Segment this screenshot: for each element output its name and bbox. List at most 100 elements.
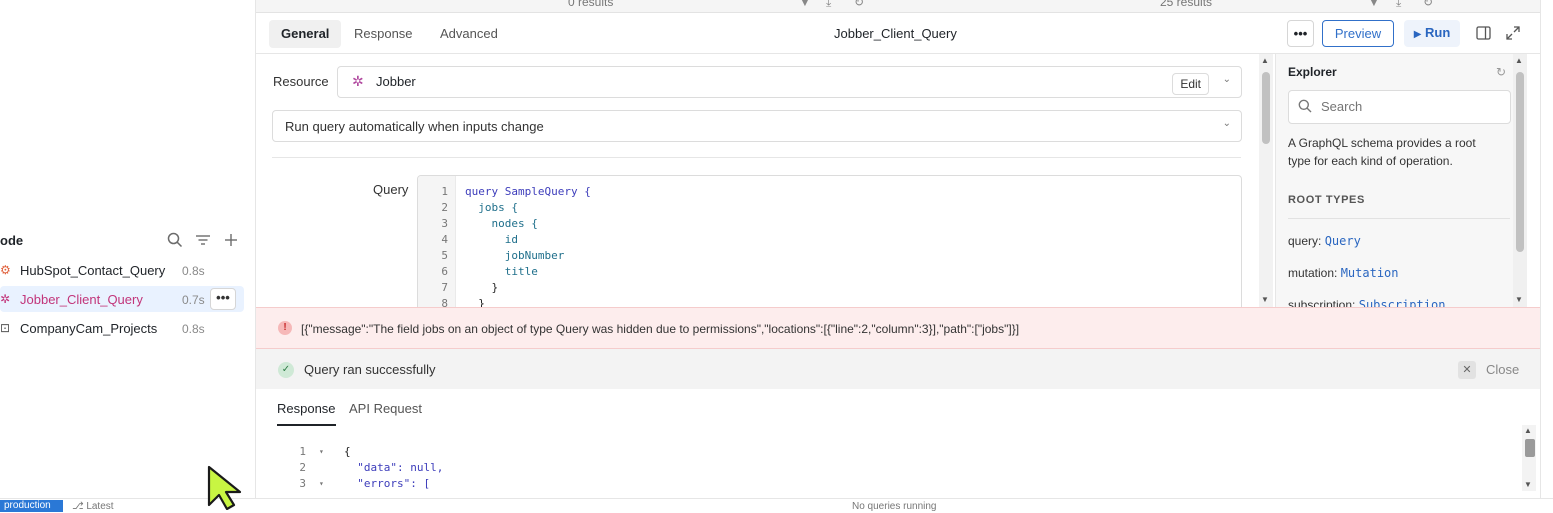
response-line: "data": null, — [344, 461, 444, 474]
run-button[interactable]: ▶ Run — [1404, 20, 1460, 47]
branch-name: Latest — [86, 501, 114, 512]
root-label: mutation: — [1288, 266, 1338, 280]
filter-icon[interactable]: ▼ — [799, 0, 811, 9]
code-line: query SampleQuery { — [465, 185, 591, 198]
download-icon[interactable]: ⤓ — [1396, 0, 1401, 10]
add-icon[interactable] — [223, 232, 239, 248]
download-icon[interactable]: ⤓ — [826, 0, 831, 10]
close-button[interactable]: Close — [1486, 362, 1519, 377]
line-number: 1 — [441, 185, 448, 198]
fold-toggle-icon[interactable]: ▾ — [319, 447, 324, 456]
query-name: CompanyCam_Projects — [20, 321, 158, 336]
code-line: } — [465, 297, 485, 307]
scrollbar-thumb[interactable] — [1516, 72, 1524, 252]
running-status: No queries running — [852, 501, 937, 512]
scroll-down-icon[interactable]: ▼ — [1515, 295, 1523, 304]
filter-icon[interactable] — [195, 232, 211, 248]
explorer-scrollbar[interactable]: ▲ ▼ — [1513, 54, 1527, 307]
root-type-mutation: mutation: Mutation — [1288, 266, 1399, 280]
query-item-hubspot[interactable]: ⚙ HubSpot_Contact_Query 0.8s — [0, 257, 244, 283]
table-footer-strip: 0 results ▼ ⤓ ↻ 25 results ▼ ⤓ ↻ — [256, 0, 1540, 13]
search-icon — [1298, 99, 1312, 116]
explorer-panel: Explorer ↻ A GraphQL schema provides a r… — [1275, 54, 1527, 307]
error-banner: ! [{"message":"The field jobs on an obje… — [256, 307, 1540, 349]
play-icon: ▶ — [1413, 29, 1422, 40]
fold-toggle-icon[interactable]: ▾ — [319, 479, 324, 488]
tab-advanced[interactable]: Advanced — [428, 20, 510, 48]
tab-general[interactable]: General — [269, 20, 342, 48]
tab-api-request[interactable]: API Request — [349, 401, 422, 424]
expand-icon[interactable] — [1506, 26, 1520, 43]
query-item-jobber[interactable]: ✲ Jobber_Client_Query 0.7s ••• — [0, 286, 244, 312]
explorer-description: A GraphQL schema provides a root type fo… — [1288, 136, 1476, 168]
line-number: 3 — [441, 217, 448, 230]
query-time: 0.8s — [182, 322, 205, 336]
tab-response[interactable]: Response — [342, 20, 425, 48]
check-icon: ✓ — [278, 362, 294, 378]
query-list-panel: ode ⚙ HubSpot_Contact_Query 0.8s ✲ Jobbe… — [0, 0, 256, 510]
query-label: Query — [373, 182, 409, 197]
scroll-up-icon[interactable]: ▲ — [1524, 426, 1532, 435]
more-options-button[interactable]: ••• — [1287, 20, 1314, 47]
line-number: 8 — [441, 297, 448, 307]
query-name: HubSpot_Contact_Query — [20, 263, 166, 278]
code-line: nodes { — [465, 217, 538, 230]
explorer-search-input[interactable] — [1321, 99, 1501, 114]
line-number: 2 — [441, 201, 448, 214]
response-scrollbar[interactable]: ▲ ▼ — [1522, 425, 1536, 491]
scrollbar-thumb[interactable] — [1262, 72, 1270, 144]
scroll-down-icon[interactable]: ▼ — [1261, 295, 1269, 304]
refresh-icon[interactable]: ↻ — [1496, 65, 1506, 79]
general-form: Resource ✲ Jobber Edit ⌄ Run query autom… — [256, 54, 1261, 307]
code-header: ode — [0, 230, 256, 250]
scroll-down-icon[interactable]: ▼ — [1524, 480, 1532, 489]
left-results-count: 0 results — [568, 0, 614, 9]
edit-resource-button[interactable]: Edit — [1172, 73, 1209, 95]
code-line: id — [465, 233, 518, 246]
refresh-icon[interactable]: ↻ — [1423, 0, 1433, 9]
panel-toggle-icon[interactable] — [1476, 26, 1491, 43]
root-type-link[interactable]: Query — [1325, 234, 1361, 248]
response-viewer[interactable]: 1 ▾ { 2 "data": null, 3 ▾ "errors": [ — [256, 427, 1540, 498]
mouse-cursor-icon — [207, 465, 243, 511]
root-type-link[interactable]: Subscription — [1359, 298, 1446, 307]
divider — [1288, 218, 1510, 219]
editor-tab-bar: General Response Advanced Jobber_Client_… — [256, 13, 1540, 54]
companycam-icon: ⊡ — [0, 321, 11, 335]
success-bar: ✓ Query ran successfully ✕ Close — [256, 349, 1540, 389]
explorer-search[interactable] — [1288, 90, 1511, 124]
run-mode-select[interactable]: Run query automatically when inputs chan… — [272, 110, 1242, 142]
refresh-icon[interactable]: ↻ — [854, 0, 864, 9]
environment-badge[interactable]: production — [0, 500, 63, 512]
right-panel-edge — [1540, 0, 1553, 498]
response-line: { — [344, 445, 351, 458]
line-number: 4 — [441, 233, 448, 246]
query-code-editor[interactable]: 1 2 3 4 5 6 7 8 query SampleQuery { jobs… — [417, 175, 1242, 307]
search-icon[interactable] — [167, 232, 183, 248]
query-item-companycam[interactable]: ⊡ CompanyCam_Projects 0.8s — [0, 315, 244, 341]
error-message: [{"message":"The field jobs on an object… — [301, 322, 1020, 336]
line-number-gutter: 1 2 3 4 5 6 7 8 — [418, 176, 456, 307]
query-name: Jobber_Client_Query — [20, 292, 143, 307]
query-more-button[interactable]: ••• — [210, 288, 236, 310]
scroll-up-icon[interactable]: ▲ — [1261, 56, 1269, 65]
jobber-icon: ✲ — [0, 292, 11, 306]
code-line: } — [465, 281, 499, 294]
error-icon: ! — [278, 321, 292, 335]
root-type-link[interactable]: Mutation — [1341, 266, 1399, 280]
form-scrollbar[interactable]: ▲ ▼ — [1259, 54, 1273, 307]
root-types-heading: ROOT TYPES — [1288, 194, 1365, 206]
branch-label[interactable]: ⎇ Latest — [72, 502, 114, 512]
line-number: 1 — [299, 445, 306, 458]
line-number: 6 — [441, 265, 448, 278]
preview-button[interactable]: Preview — [1322, 20, 1394, 47]
resource-select[interactable]: ✲ Jobber Edit ⌄ — [337, 66, 1242, 98]
code-line: jobs { — [465, 201, 518, 214]
scroll-up-icon[interactable]: ▲ — [1515, 56, 1523, 65]
scrollbar-thumb[interactable] — [1525, 439, 1535, 457]
filter-icon[interactable]: ▼ — [1368, 0, 1380, 9]
code-line: title — [465, 265, 538, 278]
close-icon[interactable]: ✕ — [1458, 361, 1476, 379]
tab-response[interactable]: Response — [277, 401, 336, 426]
root-label: subscription: — [1288, 298, 1356, 307]
